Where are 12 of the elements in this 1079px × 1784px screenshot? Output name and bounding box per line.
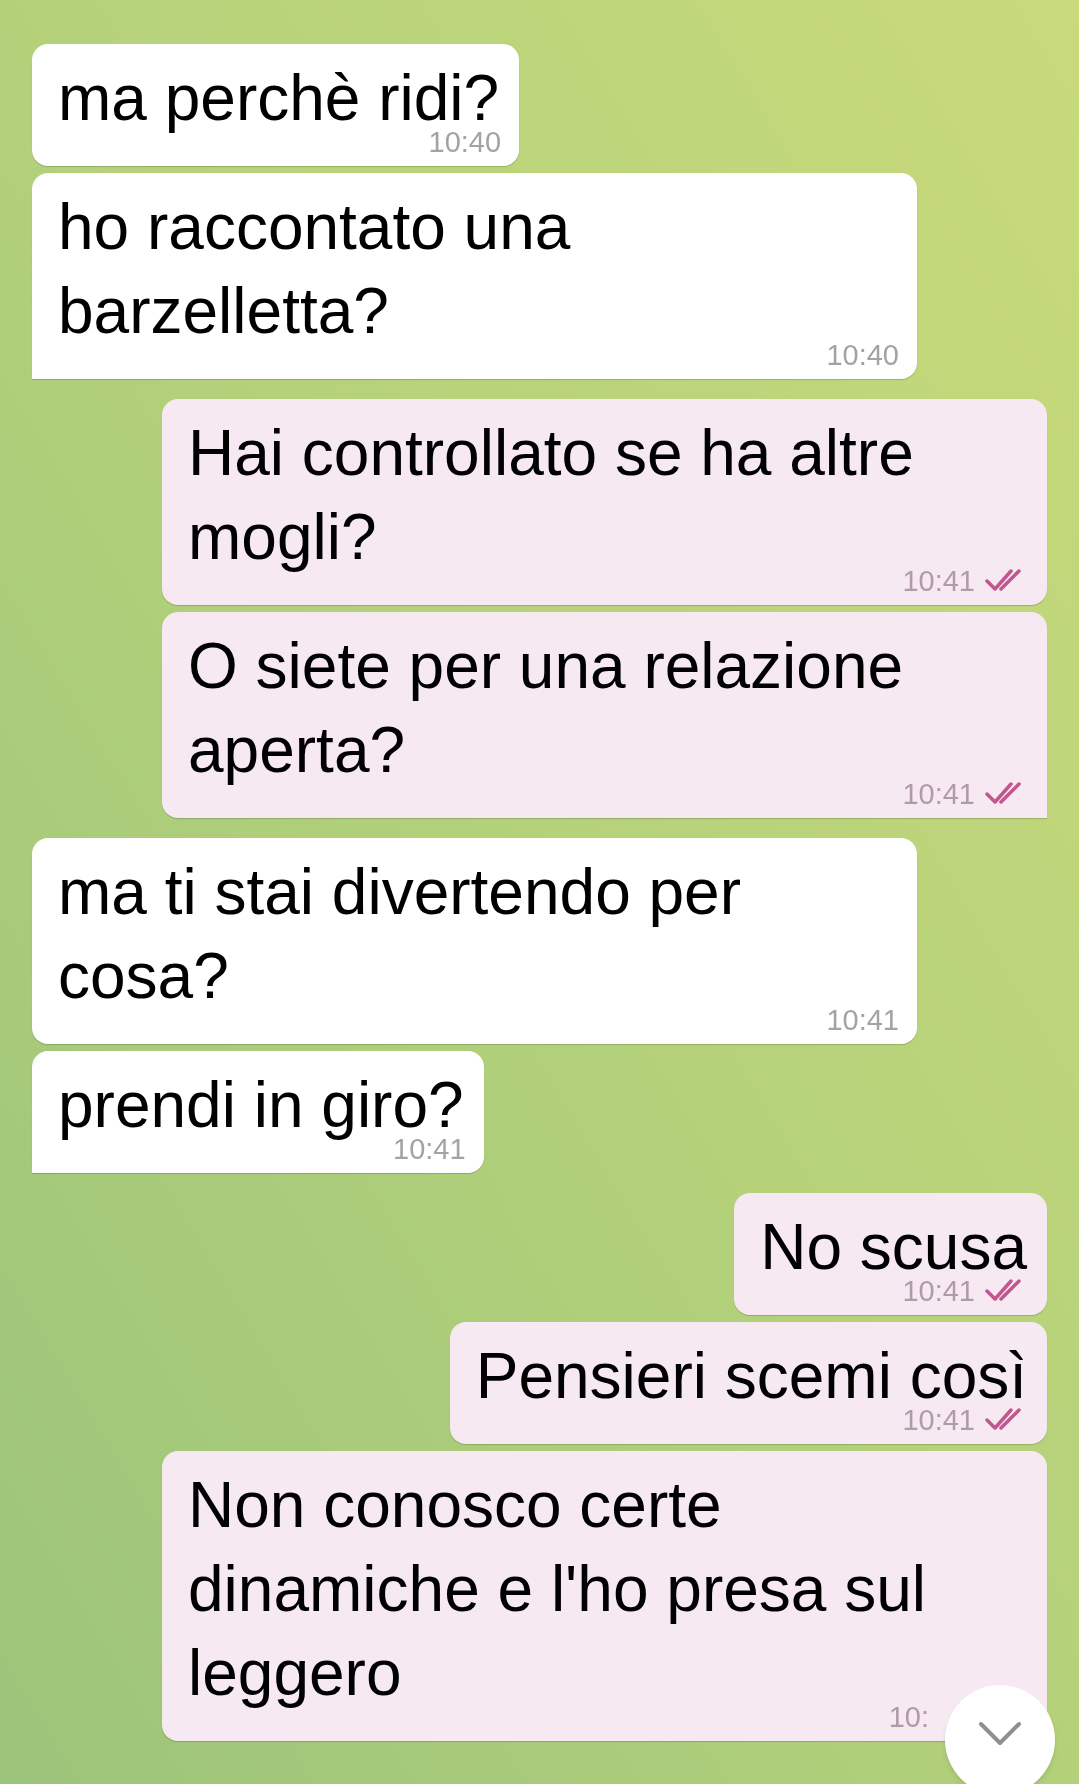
- chevron-down-icon: [978, 1721, 1022, 1747]
- message-text: O siete per una relazione aperta?: [188, 629, 904, 788]
- message-time: 10:41: [902, 1275, 975, 1307]
- message-text: ma ti stai divertendo per cosa?: [58, 855, 742, 1014]
- message-time: 10:40: [428, 126, 502, 158]
- message-time: 10:41: [902, 1404, 975, 1436]
- message-time: 10:: [888, 1701, 929, 1733]
- message-text: ho raccontato una barzelletta?: [58, 190, 572, 349]
- message-time: 10:41: [902, 778, 975, 810]
- message-time: 10:41: [902, 565, 975, 597]
- message-time: 10:41: [826, 1004, 899, 1036]
- message-time: 10:40: [826, 339, 899, 371]
